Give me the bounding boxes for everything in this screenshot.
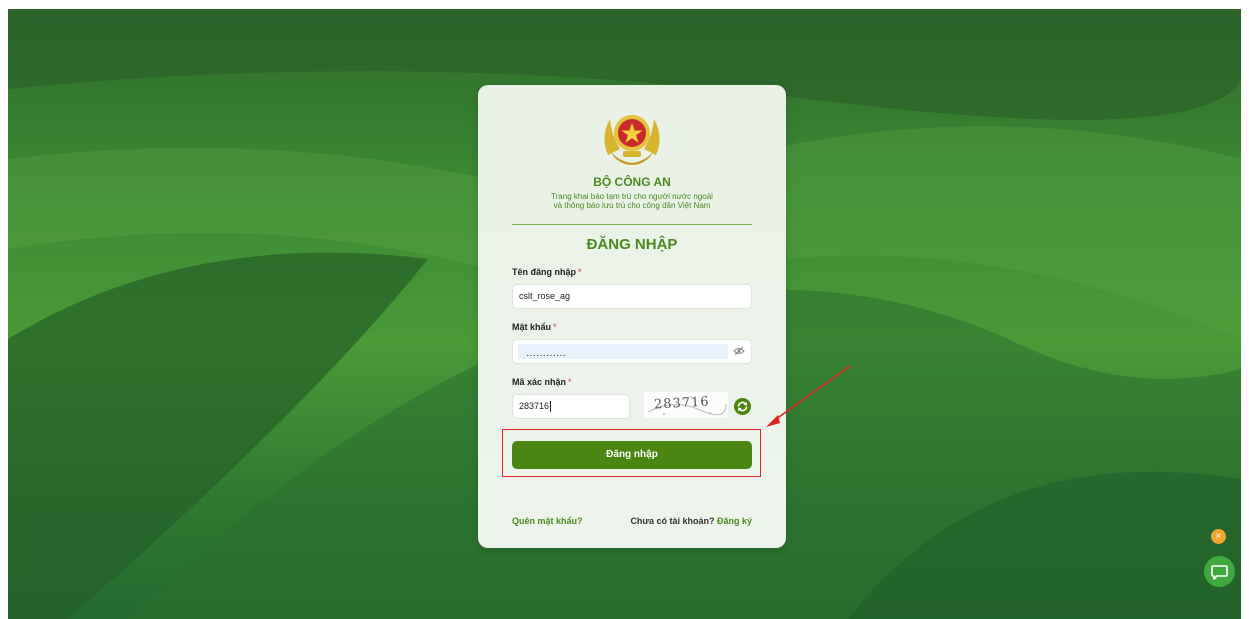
police-emblem-logo: [604, 115, 660, 165]
password-label-text: Mật khẩu: [512, 322, 552, 332]
captcha-label-text: Mã xác nhận: [512, 377, 567, 387]
username-value: cslt_rose_ag: [519, 291, 571, 301]
refresh-captcha-icon[interactable]: [734, 398, 751, 415]
login-title: ĐĂNG NHẬP: [586, 236, 678, 253]
username-label: Tên đăng nhập *: [512, 267, 582, 277]
required-mark: *: [578, 267, 582, 277]
username-label-text: Tên đăng nhập: [512, 267, 576, 277]
password-label: Mật khẩu *: [512, 322, 557, 332]
chat-icon: [1211, 565, 1228, 580]
eye-slash-icon[interactable]: [733, 345, 745, 357]
captcha-image-text: 283716: [653, 394, 710, 413]
captcha-image: 283716: [644, 392, 728, 418]
username-input[interactable]: cslt_rose_ag: [512, 284, 752, 309]
captcha-label: Mã xác nhận *: [512, 377, 572, 387]
required-mark: *: [568, 377, 572, 387]
password-autofill-highlight: ············: [518, 344, 728, 361]
annotation-arrow-icon: [766, 365, 851, 427]
close-chat-widget-button[interactable]: ×: [1211, 529, 1226, 544]
password-input[interactable]: ············: [512, 339, 752, 364]
captcha-input[interactable]: 283716: [512, 394, 630, 419]
no-account-text: Chưa có tài khoản?: [630, 516, 715, 526]
subtitle-line-1: Trang khai báo tạm trú cho người nước ng…: [551, 192, 713, 201]
annotation-highlight-box: [502, 429, 761, 477]
password-value: ············: [526, 350, 566, 361]
divider: [512, 224, 752, 225]
org-name: BỘ CÔNG AN: [593, 175, 671, 189]
subtitle-line-2: và thông báo lưu trú cho công dân Việt N…: [553, 201, 711, 210]
chat-widget-button[interactable]: [1204, 556, 1235, 587]
text-caret: [550, 401, 552, 413]
login-card: BỘ CÔNG AN Trang khai báo tạm trú cho ng…: [478, 85, 786, 548]
required-mark: *: [553, 322, 557, 332]
captcha-value: 283716: [519, 401, 550, 411]
register-row: Chưa có tài khoản? Đăng ký: [630, 516, 752, 526]
register-link[interactable]: Đăng ký: [717, 516, 752, 526]
forgot-password-link[interactable]: Quên mật khẩu?: [512, 516, 583, 526]
site-subtitle: Trang khai báo tạm trú cho người nước ng…: [508, 192, 756, 210]
